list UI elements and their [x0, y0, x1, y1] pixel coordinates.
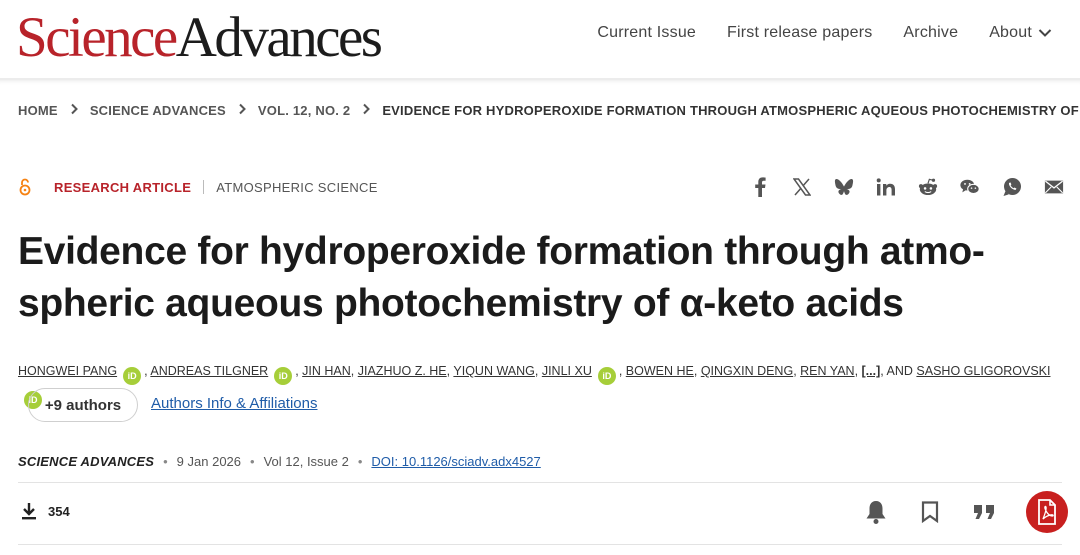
- chevron-right-icon: [238, 103, 246, 118]
- orcid-icon[interactable]: iD: [123, 367, 142, 385]
- separator-dot: •: [250, 454, 255, 469]
- author-link[interactable]: JIN HAN: [302, 364, 351, 378]
- journal-name: SCIENCE ADVANCES: [18, 454, 155, 469]
- breadcrumb-article: EVIDENCE FOR HYDROPEROXIDE FORMATION THR…: [382, 103, 1080, 118]
- breadcrumb-home[interactable]: HOME: [18, 103, 58, 118]
- bookmark-icon[interactable]: [918, 500, 942, 524]
- facebook-icon[interactable]: [750, 176, 770, 198]
- breadcrumb-issue[interactable]: VOL. 12, NO. 2: [258, 103, 350, 118]
- divider: [203, 180, 205, 194]
- author-link[interactable]: REN YAN: [800, 364, 854, 378]
- author-link[interactable]: HONGWEI PANG: [18, 364, 117, 378]
- share-bar: [750, 176, 1064, 198]
- breadcrumb-bar: HOME SCIENCE ADVANCES VOL. 12, NO. 2 EVI…: [0, 78, 1080, 143]
- article-title: Evidence for hydroperoxide formation thr…: [18, 226, 1058, 330]
- publication-date: 9 Jan 2026: [176, 454, 242, 469]
- nav-about-label: About: [989, 24, 1032, 41]
- divider: [18, 482, 1062, 483]
- nav-archive[interactable]: Archive: [903, 24, 958, 42]
- article-type: RESEARCH ARTICLE: [54, 179, 192, 195]
- publication-info: SCIENCE ADVANCES • 9 Jan 2026 • Vol 12, …: [18, 454, 541, 469]
- science-advances-logo[interactable]: ScienceAdvances: [16, 6, 383, 70]
- breadcrumb-journal[interactable]: SCIENCE ADVANCES: [90, 103, 226, 118]
- author-link[interactable]: ANDREAS TILGNER: [150, 364, 268, 378]
- x-icon[interactable]: [792, 176, 812, 198]
- author-link[interactable]: SASHO GLIGOROVSKI: [916, 364, 1050, 378]
- open-access-icon: [19, 178, 31, 196]
- whatsapp-icon[interactable]: [1002, 176, 1022, 198]
- and-text: , AND: [880, 364, 913, 378]
- doi-link[interactable]: DOI: 10.1126/sciadv.adx4527: [371, 454, 540, 469]
- author-link[interactable]: QINGXIN DENG: [701, 364, 793, 378]
- authors-affiliations-link[interactable]: Authors Info & Affiliations: [151, 395, 318, 412]
- quote-icon[interactable]: [972, 500, 996, 524]
- separator-dot: •: [357, 454, 363, 469]
- logo-science: Science: [16, 6, 178, 69]
- author-ellipsis[interactable]: [...]: [862, 364, 881, 378]
- nav-about[interactable]: About: [989, 24, 1052, 42]
- chevron-down-icon: [1038, 29, 1052, 37]
- orcid-icon[interactable]: iD: [597, 367, 616, 385]
- volume-issue[interactable]: Vol 12, Issue 2: [264, 454, 349, 469]
- author-link[interactable]: YIQUN WANG: [453, 364, 534, 378]
- linkedin-icon[interactable]: [876, 176, 896, 198]
- author-link[interactable]: JINLI XU: [542, 364, 592, 378]
- more-authors-button[interactable]: +9 authors: [28, 388, 138, 422]
- author-link[interactable]: JIAZHUO Z. HE: [358, 364, 447, 378]
- bluesky-icon[interactable]: [834, 176, 854, 198]
- download-icon: [22, 503, 36, 520]
- nav-first-release[interactable]: First release papers: [727, 24, 872, 42]
- article-title-line2: spheric aqueous photochemistry of α-keto…: [18, 282, 904, 325]
- reddit-icon[interactable]: [918, 176, 938, 198]
- orcid-icon[interactable]: iD: [274, 367, 293, 385]
- download-count-value: 354: [48, 503, 70, 519]
- article-tools: [864, 491, 1068, 533]
- article-subject[interactable]: ATMOSPHERIC SCIENCE: [216, 180, 377, 195]
- separator-dot: •: [163, 454, 168, 469]
- article-meta: RESEARCH ARTICLE ATMOSPHERIC SCIENCE: [18, 178, 378, 196]
- main-nav: Current Issue First release papers Archi…: [597, 24, 1052, 42]
- email-icon[interactable]: [1044, 176, 1064, 198]
- chevron-right-icon: [70, 103, 78, 118]
- breadcrumb: HOME SCIENCE ADVANCES VOL. 12, NO. 2 EVI…: [18, 103, 1080, 118]
- bell-icon[interactable]: [864, 500, 888, 524]
- article-title-line1: Evidence for hydroperoxide formation thr…: [18, 230, 985, 273]
- chevron-right-icon: [362, 103, 371, 118]
- logo-advances: Advances: [175, 6, 383, 69]
- author-link[interactable]: BOWEN HE: [626, 364, 694, 378]
- divider: [18, 544, 1062, 545]
- site-header: ScienceAdvances Current Issue First rele…: [0, 0, 1080, 78]
- wechat-icon[interactable]: [960, 176, 980, 198]
- nav-current-issue[interactable]: Current Issue: [597, 24, 696, 42]
- pdf-icon[interactable]: [1026, 491, 1068, 533]
- download-count: 354: [20, 502, 70, 520]
